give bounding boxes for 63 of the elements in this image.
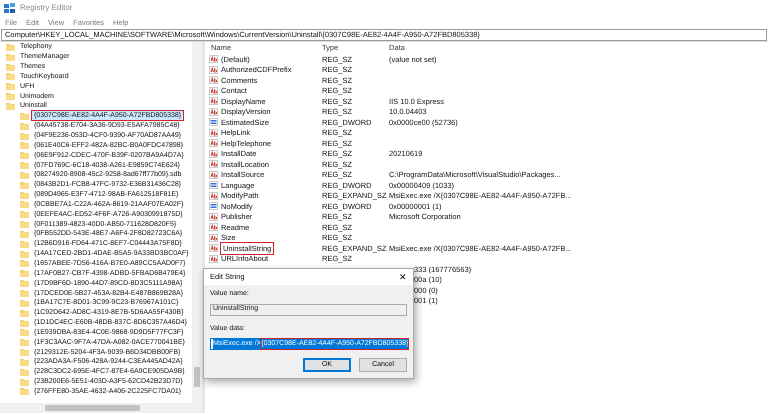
folder-icon [20, 358, 29, 366]
string-value-icon [209, 66, 218, 74]
folder-icon [20, 151, 29, 160]
scrollbar-thumb[interactable] [194, 367, 200, 387]
string-value-icon [209, 223, 218, 232]
folder-icon [20, 210, 29, 218]
vertical-scrollbar[interactable] [192, 42, 202, 403]
folder-icon [20, 112, 29, 120]
folder-icon [6, 82, 15, 90]
folder-icon [20, 132, 29, 140]
folder-icon [20, 308, 29, 317]
string-value-icon [209, 254, 218, 263]
string-value-icon [209, 170, 218, 179]
string-value-icon [209, 108, 218, 116]
string-value-icon [209, 244, 218, 252]
folder-icon [20, 240, 29, 248]
string-value-icon [209, 55, 218, 64]
folder-icon [20, 387, 29, 396]
string-value-icon [209, 76, 218, 84]
string-value-icon [209, 234, 218, 242]
folder-icon [20, 368, 29, 376]
horizontal-scrollbar[interactable] [0, 403, 202, 413]
folder-icon [20, 269, 29, 278]
folder-icon [20, 190, 29, 199]
binary-value-icon [209, 181, 218, 190]
folder-icon [20, 318, 29, 327]
scrollbar-thumb[interactable] [45, 405, 140, 411]
string-value-icon [209, 160, 218, 168]
folder-icon [20, 250, 29, 258]
folder-icon [20, 200, 29, 208]
string-value-icon [209, 150, 218, 158]
folder-icon [20, 220, 29, 228]
string-value-icon [209, 139, 218, 148]
binary-value-icon [209, 202, 218, 210]
folder-icon [20, 279, 29, 288]
folder-icon [6, 92, 15, 100]
folder-icon [6, 62, 15, 71]
folder-icon [6, 102, 15, 110]
folder-icon [20, 328, 29, 336]
folder-icon [6, 72, 15, 80]
folder-icon [20, 289, 29, 298]
close-button[interactable]: ✕ [399, 272, 407, 282]
folder-icon [20, 298, 29, 307]
folder-icon [20, 170, 29, 179]
folder-icon [20, 180, 29, 189]
string-value-icon [209, 97, 218, 106]
folder-icon [20, 161, 29, 170]
string-value-icon [209, 86, 218, 95]
folder-icon [20, 122, 29, 130]
string-value-icon [209, 212, 218, 221]
registry-app-icon [4, 2, 15, 14]
folder-icon [20, 338, 29, 346]
string-value-icon [209, 128, 218, 137]
folder-icon [6, 52, 15, 61]
folder-icon [20, 230, 29, 238]
string-value-icon [209, 192, 218, 200]
folder-icon [20, 378, 29, 386]
binary-value-icon [209, 118, 218, 126]
folder-icon [20, 348, 29, 356]
window-title: Registry Editor [20, 2, 72, 14]
folder-icon [20, 141, 29, 150]
folder-icon [20, 259, 29, 268]
folder-icon [6, 42, 15, 51]
